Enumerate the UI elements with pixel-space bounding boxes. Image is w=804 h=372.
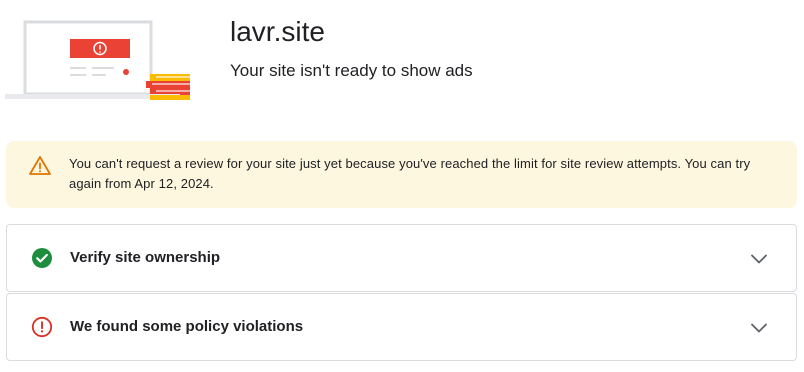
error-circle-icon [31,316,53,338]
verify-site-ownership-card[interactable]: Verify site ownership [6,224,797,292]
check-circle-icon [31,247,53,269]
site-status-text: Your site isn't ready to show ads [230,61,473,80]
review-limit-warning-banner: You can't request a review for your site… [6,141,797,208]
chevron-down-icon[interactable] [749,249,769,269]
warning-message: You can't request a review for your site… [69,156,751,191]
policy-violations-title: We found some policy violations [70,318,304,335]
policy-violations-card[interactable]: We found some policy violations [6,293,797,361]
site-title: lavr.site [230,16,325,47]
laptop-with-error-and-books-illustration [0,0,200,115]
chevron-down-icon[interactable] [749,318,769,338]
verify-site-ownership-title: Verify site ownership [70,249,221,266]
site-header: lavr.site Your site isn't ready to show … [0,0,804,120]
warning-triangle-icon [28,154,52,178]
